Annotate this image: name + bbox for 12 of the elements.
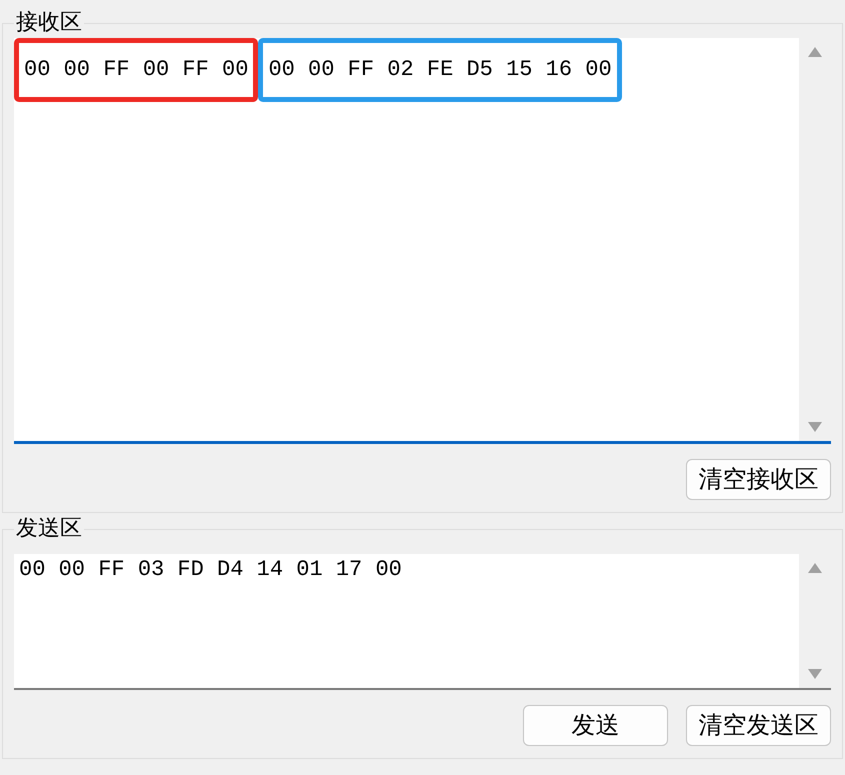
- action-button[interactable]: 清空接收区: [686, 459, 831, 500]
- text-area[interactable]: 00 00 FF 00 FF 00 00 00 FF 02 FE D5 15 16 00: [14, 38, 831, 444]
- scroll-down-icon[interactable]: [807, 668, 823, 680]
- hex-text: 00 00 FF 03 FD D4 14 01 17 00: [18, 556, 402, 584]
- hex-text: 00 00 FF 00 FF 00: [14, 38, 258, 102]
- hex-text: 00 00 FF 02 FE D5 15 16 00: [258, 38, 622, 102]
- scroll-up-icon[interactable]: [807, 562, 823, 574]
- scroll-up-icon[interactable]: [807, 46, 823, 58]
- action-button[interactable]: 清空发送区: [686, 705, 831, 746]
- scroll-down-icon[interactable]: [807, 421, 823, 433]
- action-button[interactable]: 发送: [523, 705, 668, 746]
- text-area[interactable]: 00 00 FF 03 FD D4 14 01 17 00: [14, 554, 831, 690]
